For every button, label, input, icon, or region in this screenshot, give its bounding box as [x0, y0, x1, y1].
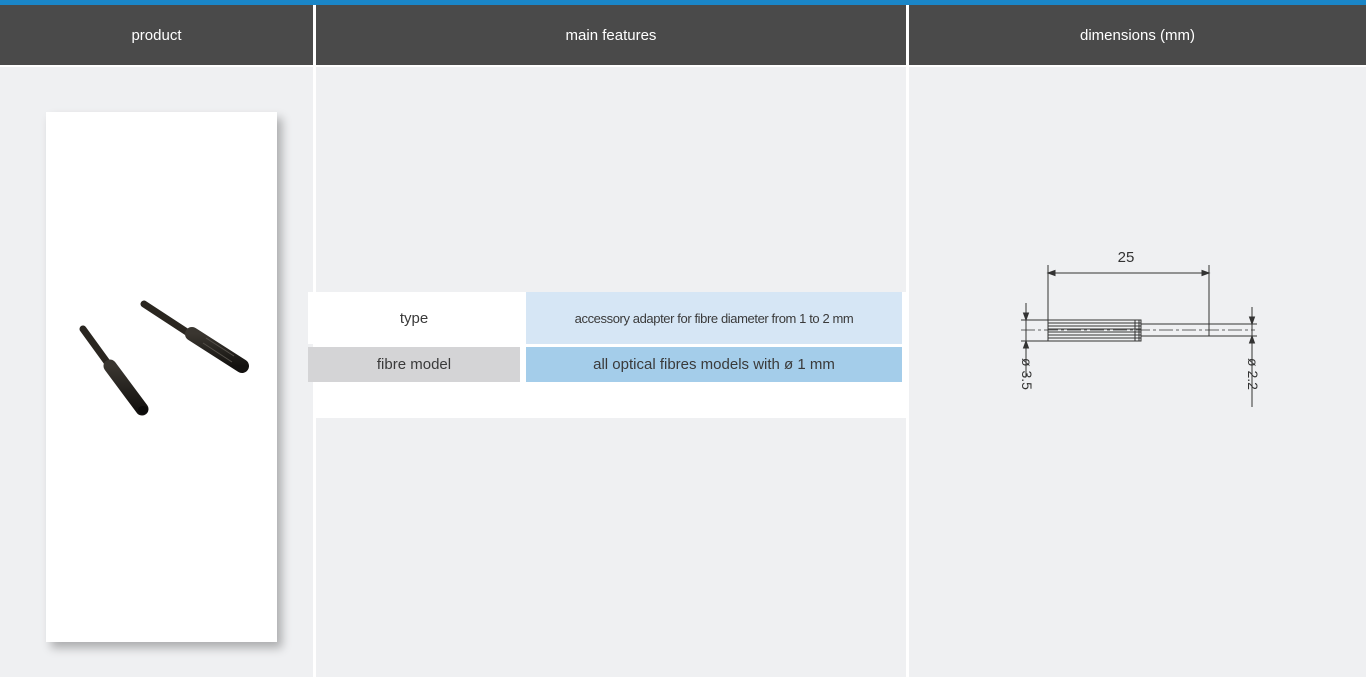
- header-main-features: main features: [565, 26, 657, 44]
- features-table: type accessory adapter for fibre diamete…: [308, 292, 906, 418]
- diameter-right-label: ø 2.2: [1245, 358, 1261, 390]
- dimension-drawing: 25 ø 3.5 ø 2.2: [1019, 249, 1261, 407]
- adapter-left: [79, 325, 149, 416]
- feature-value-fibre-model: all optical fibres models with ø 1 mm: [526, 347, 902, 382]
- length-label: 25: [1118, 249, 1135, 266]
- header-dimensions: dimensions (mm): [1079, 26, 1196, 44]
- diameter-left-label: ø 3.5: [1019, 358, 1035, 390]
- feature-label-type: type: [308, 292, 520, 344]
- adapter-image: [79, 300, 249, 416]
- feature-value-type: accessory adapter for fibre diameter fro…: [526, 292, 902, 344]
- adapter-right: [140, 300, 249, 373]
- feature-label-fibre-model: fibre model: [308, 347, 520, 382]
- header-product: product: [131, 26, 182, 44]
- table-header: product main features dimensions (mm): [0, 5, 1366, 65]
- product-photo: [46, 112, 277, 642]
